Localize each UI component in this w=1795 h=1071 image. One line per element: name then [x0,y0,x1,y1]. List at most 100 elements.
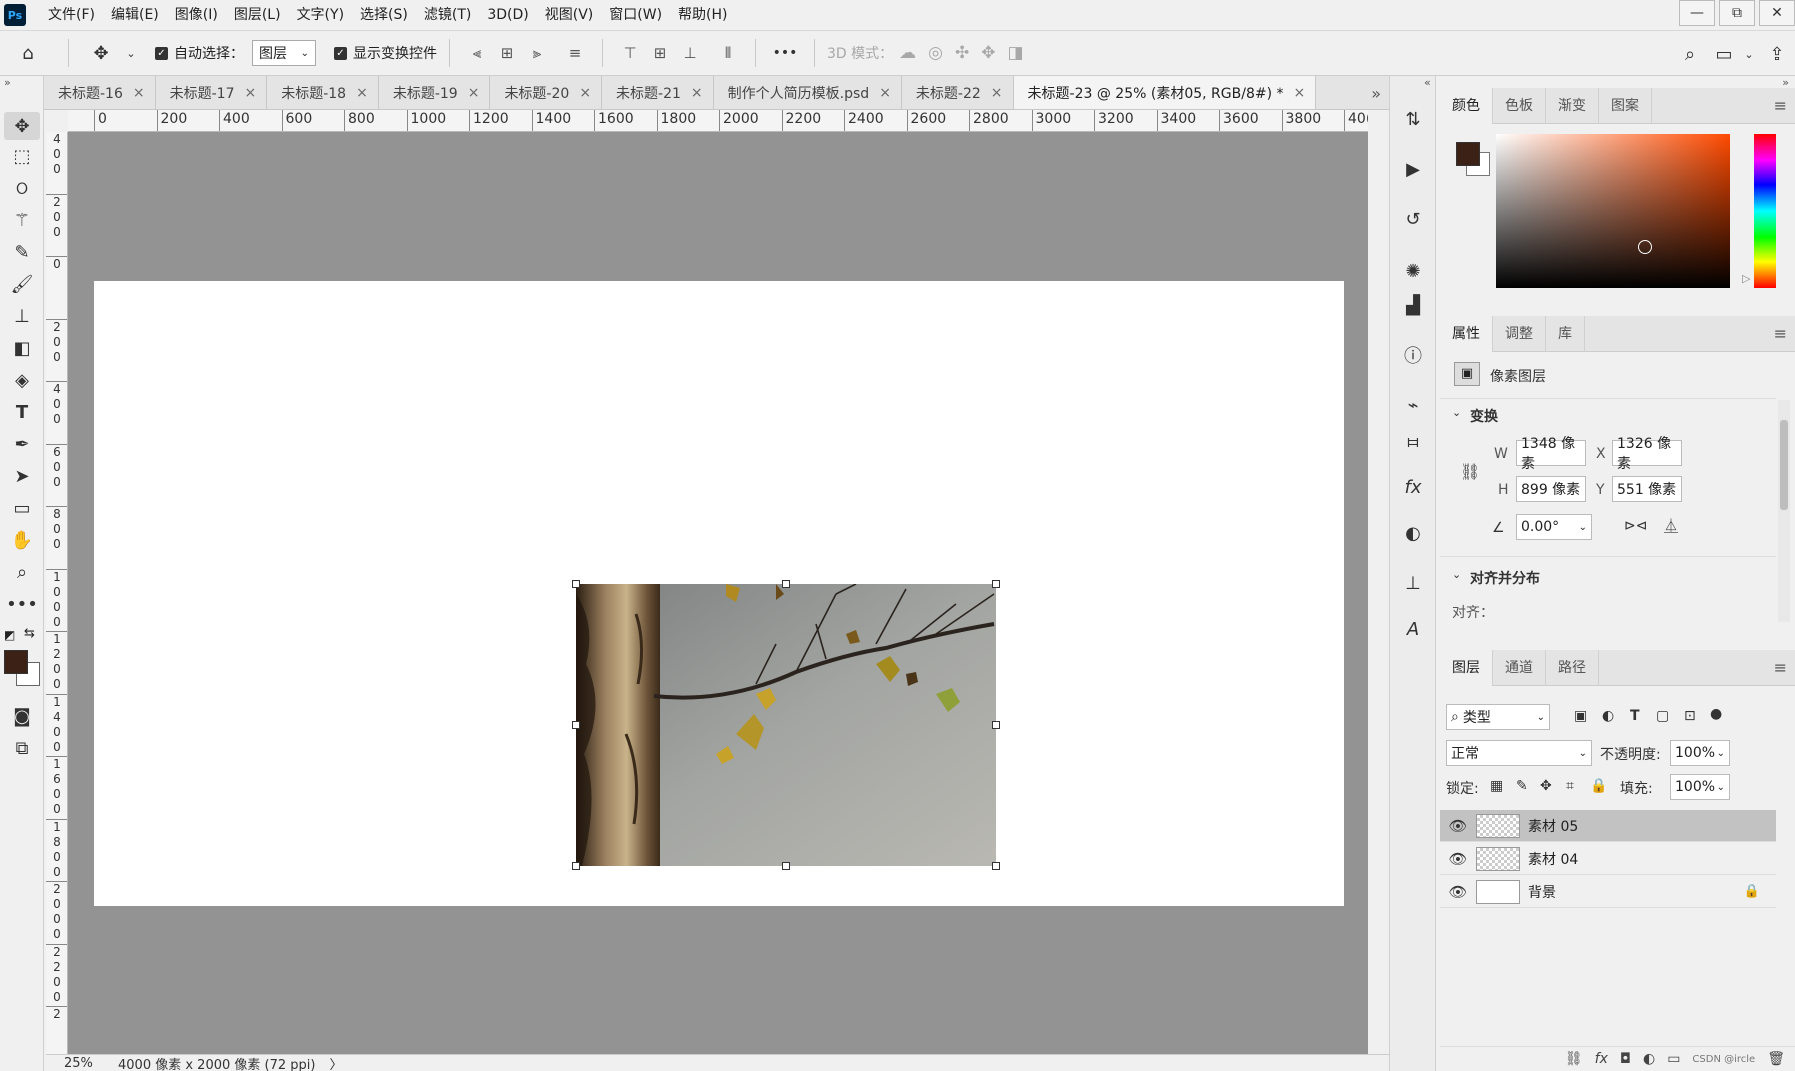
layer-filter-dropdown[interactable]: ⌕ 类型 ⌄ [1446,704,1550,730]
distribute-vertical-icon[interactable]: ⦀ [715,38,741,68]
layer-thumbnail[interactable] [1476,813,1520,838]
menu-type[interactable]: 文字(Y) [289,0,352,30]
filter-shape-icon[interactable]: ▢ [1656,708,1669,724]
history-icon[interactable]: ↺ [1398,204,1428,234]
checkbox-checked-icon[interactable]: ✓ [334,46,347,60]
move-tool-icon[interactable]: ✥ [4,112,40,140]
foreground-color-swatch[interactable] [4,650,28,674]
share-icon[interactable]: ⇪ [1759,39,1795,69]
filter-type-icon[interactable]: T [1630,708,1640,724]
close-tab-icon[interactable]: × [356,85,368,101]
transform-handle[interactable] [992,862,1000,870]
chevron-down-icon[interactable]: ⌄ [121,38,141,68]
close-tab-icon[interactable]: × [1294,85,1306,101]
swap-colors-icon[interactable]: ⇆ [24,626,35,641]
document-tab[interactable]: 未标题-20 × [490,76,603,109]
pan-3d-icon[interactable]: ✣ [955,43,969,63]
collapse-icon[interactable]: « [1424,76,1431,89]
lock-transparent-icon[interactable]: ▦ [1490,778,1503,794]
close-button[interactable]: ✕ [1759,0,1795,26]
menu-filter[interactable]: 滤镜(T) [416,0,479,30]
chevron-down-icon[interactable]: ⌄ [1452,406,1461,419]
add-mask-icon[interactable]: ◘ [1620,1051,1631,1067]
tab-libraries[interactable]: 库 [1546,315,1585,352]
document-tab[interactable]: 未标题-22 × [902,76,1014,109]
search-icon[interactable]: ⌕ [1671,39,1709,69]
move-tool-icon[interactable]: ✥ [81,38,121,68]
close-tab-icon[interactable]: × [244,85,256,101]
tab-swatches[interactable]: 色板 [1493,87,1546,124]
eye-icon[interactable]: 👁 [1440,817,1476,835]
type-tool-icon[interactable]: T [4,398,40,426]
lock-image-icon[interactable]: ✎ [1516,778,1528,794]
close-tab-icon[interactable]: × [468,85,480,101]
menu-window[interactable]: 窗口(W) [601,0,670,30]
y-input[interactable]: 551 像素 [1612,476,1682,502]
properties-scrollbar[interactable] [1778,400,1790,622]
transform-handle[interactable] [782,580,790,588]
menu-layer[interactable]: 图层(L) [226,0,289,30]
flip-vertical-icon[interactable]: ⏅ [1664,516,1678,536]
layer-row[interactable]: 👁 素材 05 [1440,810,1776,842]
link-icon[interactable]: ⛓ [1460,462,1480,481]
align-hcenter-icon[interactable]: ⊞ [494,38,520,68]
panel-menu-icon[interactable]: ≡ [1774,96,1787,115]
link-layers-icon[interactable]: ⛓ [1565,1051,1583,1067]
menu-image[interactable]: 图像(I) [167,0,226,30]
brightness-icon[interactable]: ✺ [1398,256,1428,286]
filter-pixel-icon[interactable]: ▣ [1574,708,1587,724]
delete-layer-icon[interactable]: 🗑 [1767,1051,1785,1067]
auto-select-checkbox[interactable]: ✓ 自动选择： [155,43,244,63]
layer-row[interactable]: 👁 素材 04 [1440,843,1776,875]
document-tab[interactable]: 未标题-18 × [267,76,379,109]
adjustments-icon[interactable]: ⧦ [1398,426,1428,456]
eyedropper-tool-icon[interactable]: ✎ [4,238,40,266]
vertical-scrollbar[interactable] [1368,132,1389,1054]
play-icon[interactable]: ▶ [1398,154,1428,184]
distribute-horizontal-icon[interactable]: ≡ [562,38,588,68]
align-top-icon[interactable]: ⊤ [617,38,643,68]
tab-color[interactable]: 颜色 [1440,87,1493,124]
tab-layers[interactable]: 图层 [1440,649,1493,686]
close-tab-icon[interactable]: × [879,85,891,101]
orbit-3d-icon[interactable]: ☁ [899,43,916,63]
restore-button[interactable]: ⧉ [1719,0,1755,26]
panel-menu-icon[interactable]: ≡ [1774,324,1787,343]
foreground-color-swatch[interactable] [1456,142,1480,166]
stamp-tool-icon[interactable]: ⊥ [4,302,40,330]
slide-3d-icon[interactable]: ✥ [981,43,995,63]
document-tab-active[interactable]: 未标题-23 @ 25% (素材05, RGB/8#) * × [1013,76,1317,109]
minimize-button[interactable]: — [1679,0,1715,26]
workspace-icon[interactable]: ▭ [1709,39,1739,69]
color-picker-cursor[interactable] [1638,240,1652,254]
brush-settings-icon[interactable]: ⌁ [1398,390,1428,420]
align-bottom-icon[interactable]: ⊥ [677,38,703,68]
zoom-level[interactable]: 25% [46,1056,106,1071]
tab-paths[interactable]: 路径 [1546,649,1599,686]
eraser-tool-icon[interactable]: ◧ [4,334,40,362]
camera-3d-icon[interactable]: ◨ [1007,43,1023,63]
fill-input[interactable]: 100% ⌄ [1670,774,1730,800]
lock-artboard-icon[interactable]: ⌗ [1566,778,1574,794]
close-tab-icon[interactable]: × [991,85,1003,101]
transform-handle[interactable] [992,580,1000,588]
width-input[interactable]: 1348 像素 [1516,436,1586,472]
clone-source-icon[interactable]: ◐ [1398,518,1428,548]
document-tab[interactable]: 未标题-17 × [156,76,268,109]
rectangle-tool-icon[interactable]: ▭ [4,494,40,522]
scrollbar-thumb[interactable] [1780,420,1788,510]
new-group-icon[interactable]: ▭ [1667,1051,1680,1067]
align-right-icon[interactable]: ⫸ [524,38,550,68]
transform-handle[interactable] [572,862,580,870]
actions-icon[interactable]: ⇅ [1398,104,1428,134]
hue-slider-handle-icon[interactable]: ▷ [1742,272,1750,285]
screen-mode-icon[interactable]: ⧉ [4,734,40,762]
show-transform-checkbox[interactable]: ✓ 显示变换控件 [334,43,437,63]
menu-help[interactable]: 帮助(H) [670,0,735,30]
lasso-tool-icon[interactable]: ଠ [4,174,40,202]
paint-bucket-tool-icon[interactable]: ◈ [4,366,40,394]
document-tab[interactable]: 制作个人简历模板.psd × [714,76,902,109]
path-selection-tool-icon[interactable]: ➤ [4,462,40,490]
menu-file[interactable]: 文件(F) [40,0,103,30]
tab-channels[interactable]: 通道 [1493,649,1546,686]
